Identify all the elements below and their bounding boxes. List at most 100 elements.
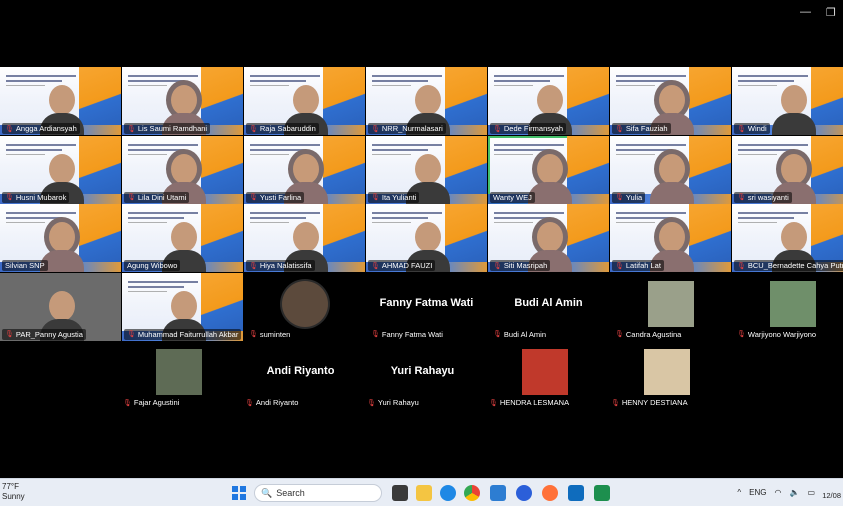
participant-name-label: 🎙 Hiya Nalatissifa: [246, 260, 315, 271]
participant-tile[interactable]: 🎙 Windi: [732, 67, 843, 135]
volume-icon[interactable]: 🔈: [789, 488, 799, 497]
participant-name: HENDRA LESMANA: [499, 398, 570, 407]
profile-picture: [522, 349, 568, 395]
participant-name-label: 🎙 Raja Sabaruddin: [246, 123, 319, 134]
muted-mic-icon: 🎙: [245, 399, 254, 407]
participant-tile[interactable]: 🎙 Hiya Nalatissifa: [244, 204, 365, 272]
participant-tile[interactable]: 🎙 Warjiyono Warjiyono: [732, 272, 843, 341]
participant-name-label: 🎙 Fanny Fatma Wati: [368, 328, 446, 340]
muted-mic-icon: 🎙: [249, 331, 258, 338]
search-box[interactable]: 🔍 Search: [254, 484, 382, 502]
minimize-button[interactable]: —: [800, 6, 811, 18]
wifi-icon[interactable]: ◠: [774, 488, 781, 497]
edge-icon[interactable]: [440, 485, 456, 501]
participant-tile[interactable]: Yuri Rahayu 🎙 Yuri Rahayu: [362, 341, 483, 409]
start-button[interactable]: [232, 486, 246, 500]
meeting-window: — ❐ 🎙 Angga Ardiansyah 🎙 Lis Saumi Ramdhani…: [0, 0, 843, 478]
participant-name-label: 🎙 Yuri Rahayu: [364, 397, 422, 408]
participant-tile[interactable]: Agung Wibowo: [122, 204, 243, 272]
participant-name-label: Wanty WEJ: [490, 191, 535, 203]
participant-name-label: 🎙 Dede Firmansyah: [490, 123, 567, 134]
participant-tile[interactable]: 🎙 Muhammad Faiturrullah Akbar: [122, 272, 243, 341]
store-icon[interactable]: [490, 485, 506, 501]
participant-name: Lila Dini Utami: [137, 192, 187, 202]
muted-mic-icon: 🎙: [615, 331, 624, 338]
language-indicator[interactable]: ENG: [749, 488, 766, 497]
chrome-icon[interactable]: [464, 485, 480, 501]
battery-icon[interactable]: ▭: [807, 488, 815, 497]
participant-tile[interactable]: 🎙 Ita Yulianti: [366, 135, 487, 204]
participant-tile[interactable]: Silvian SNP: [0, 204, 121, 272]
participant-tile[interactable]: Fanny Fatma Wati 🎙 Fanny Fatma Wati: [366, 272, 487, 341]
participant-name: NRR_Nurmalasari: [381, 124, 443, 133]
muted-mic-icon: 🎙: [493, 331, 502, 338]
participant-tile[interactable]: 🎙 Raja Sabaruddin: [244, 67, 365, 135]
participant-name: Budi Al Amin: [503, 329, 546, 339]
participant-name: Warjiyono Warjiyono: [747, 329, 817, 339]
participant-name: Andi Riyanto: [255, 398, 299, 407]
profile-picture: [282, 280, 328, 327]
participant-tile[interactable]: 🎙 AHMAD FAUZI: [366, 204, 487, 272]
muted-mic-icon: 🎙: [493, 262, 502, 270]
participant-tile[interactable]: 🎙 Angga Ardiansyah: [0, 67, 121, 135]
excel-icon[interactable]: [594, 485, 610, 501]
participant-tile[interactable]: 🎙 Siti Masripah: [488, 204, 609, 272]
participant-name-label: 🎙 Lila Dini Utami: [124, 191, 190, 203]
task-view-icon[interactable]: [392, 485, 408, 501]
participant-tile[interactable]: 🎙 Candra Agustina: [610, 272, 731, 341]
participant-tile[interactable]: Wanty WEJ: [488, 135, 609, 204]
participant-display-name: Fanny Fatma Wati: [379, 296, 474, 309]
participant-name-label: 🎙 sri wasiyanti: [734, 191, 792, 203]
participant-tile[interactable]: 🎙 Dede Firmansyah: [488, 67, 609, 135]
participant-tile[interactable]: 🎙 PAR_Panny Agustia: [0, 272, 121, 341]
participant-tile[interactable]: 🎙 Lila Dini Utami: [122, 135, 243, 204]
participant-name-label: 🎙 Latifah Lat: [612, 260, 664, 271]
participant-name: Yuri Rahayu: [377, 398, 419, 407]
participant-tile[interactable]: 🎙 HENNY DESTIANA: [606, 341, 727, 409]
participant-tile[interactable]: 🎙 sri wasiyanti: [732, 135, 843, 204]
participant-tile[interactable]: 🎙 Husni Mubarok: [0, 135, 121, 204]
firefox-icon[interactable]: [542, 485, 558, 501]
participant-display-name: Andi Riyanto: [266, 365, 335, 377]
participant-tile[interactable]: 🎙 suminten: [244, 272, 365, 341]
profile-picture: [156, 349, 202, 395]
muted-mic-icon: 🎙: [493, 125, 502, 133]
participant-tile[interactable]: 🎙BCU_Bernadette Cahya Putri Ut: [732, 204, 843, 272]
participant-tile[interactable]: Budi Al Amin 🎙 Budi Al Amin: [488, 272, 609, 341]
participant-name: Fanny Fatma Wati: [381, 329, 443, 339]
participant-name-label: 🎙 Windi: [734, 123, 770, 134]
participant-name: Husni Mubarok: [15, 192, 67, 202]
participant-name: Raja Sabaruddin: [259, 124, 316, 133]
muted-mic-icon: 🎙: [371, 262, 380, 270]
muted-mic-icon: 🎙: [367, 399, 376, 407]
clock[interactable]: 12/08: [822, 491, 841, 500]
participant-name: Silvian SNP: [5, 261, 45, 270]
participant-tile[interactable]: 🎙 Sifa Fauziah: [610, 67, 731, 135]
outlook-icon[interactable]: [568, 485, 584, 501]
restore-button[interactable]: ❐: [826, 6, 836, 19]
participant-name-label: Silvian SNP: [2, 260, 48, 271]
muted-mic-icon: 🎙: [127, 194, 136, 201]
weather-widget[interactable]: 77°F Sunny: [2, 482, 25, 502]
participant-tile[interactable]: Andi Riyanto 🎙 Andi Riyanto: [240, 341, 361, 409]
muted-mic-icon: 🎙: [615, 194, 624, 201]
participant-tile[interactable]: 🎙 Latifah Lat: [610, 204, 731, 272]
participant-tile[interactable]: 🎙 Yulia: [610, 135, 731, 204]
participant-tile[interactable]: 🎙 HENDRA LESMANA: [484, 341, 605, 409]
participant-name-label: 🎙 Budi Al Amin: [490, 328, 549, 340]
participant-name: Ita Yulianti: [381, 192, 417, 202]
file-explorer-icon[interactable]: [416, 485, 432, 501]
muted-mic-icon: 🎙: [5, 331, 14, 338]
participant-tile[interactable]: 🎙 Lis Saumi Ramdhani: [122, 67, 243, 135]
profile-picture: [770, 280, 816, 327]
participant-name: Agung Wibowo: [127, 261, 178, 270]
participant-tile[interactable]: 🎙 Yusti Farlina: [244, 135, 365, 204]
system-tray: ^ ENG ◠ 🔈 ▭: [737, 488, 815, 497]
muted-mic-icon: 🎙: [737, 331, 746, 338]
zoom-icon[interactable]: [516, 485, 532, 501]
muted-mic-icon: 🎙: [5, 125, 14, 133]
participant-name: sri wasiyanti: [747, 192, 789, 202]
tray-overflow-icon[interactable]: ^: [737, 488, 741, 497]
participant-tile[interactable]: 🎙 Fajar Agustini: [118, 341, 239, 409]
participant-tile[interactable]: 🎙 NRR_Nurmalasari: [366, 67, 487, 135]
